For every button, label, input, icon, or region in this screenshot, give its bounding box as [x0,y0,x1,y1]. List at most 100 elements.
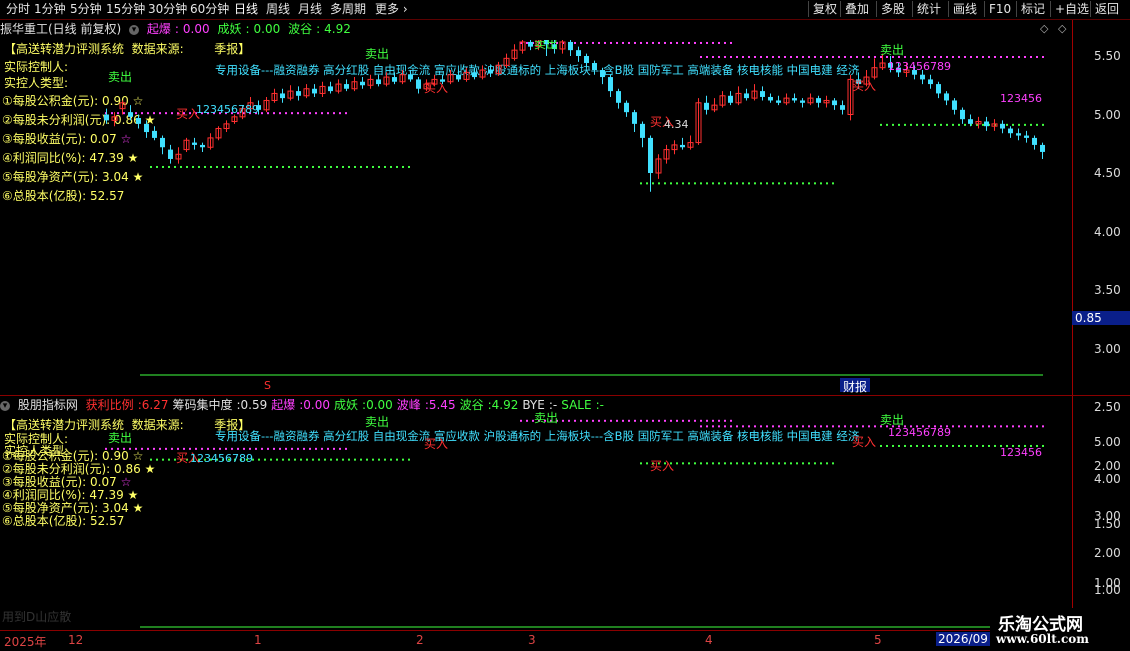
dot [306,458,308,461]
candle-body [608,77,613,92]
dot [646,419,648,422]
period-tab-weekly[interactable]: 周线 [266,2,290,17]
stats-button[interactable]: 统计 [912,1,945,17]
period-tab-more[interactable]: 更多 › [375,2,408,17]
candle [351,77,358,92]
resistance-dotted-line [700,425,1044,428]
buy-signal-label: 买入 [852,435,876,449]
dot [135,447,137,450]
dot [240,165,242,168]
period-tab-30min[interactable]: 30分钟 [148,2,187,17]
dot [928,56,930,58]
support-dotted-line [880,123,1044,126]
dot [754,56,756,58]
dot [330,165,332,168]
dot [874,425,876,428]
dot [856,425,858,428]
chevron-down-icon[interactable]: ▾ [129,24,140,35]
period-tab-monthly[interactable]: 月线 [298,2,322,17]
period-tab-5min[interactable]: 5分钟 [70,2,102,17]
dot [159,447,161,450]
dot [147,447,149,450]
candle [192,137,197,150]
dot [664,41,666,44]
candle-body [704,102,709,110]
dot [640,41,642,44]
period-tab-60min[interactable]: 60分钟 [190,2,229,17]
multi-stock-button[interactable]: 多股 [876,1,909,17]
dot [153,112,155,115]
period-tab-multi[interactable]: 多周期 [330,2,366,17]
sell-signal-label: 卖出 [365,415,389,429]
mark-button[interactable]: 标记 [1016,1,1049,17]
dot [706,462,708,465]
draw-line-button[interactable]: 画线 [948,1,981,17]
dot [952,425,954,428]
fuquan-button[interactable]: 复权 [808,1,841,17]
dot [333,112,335,115]
dot [682,182,684,185]
dot [724,425,726,428]
y-tick-label: 4.00 [1094,472,1121,486]
date-label: 3 [528,633,536,647]
dot [754,182,756,185]
back-button[interactable]: 返回 [1090,1,1123,17]
dot [760,182,762,185]
dot [652,182,654,185]
period-tab-1min[interactable]: 1分钟 [34,2,66,17]
dot [1042,123,1044,126]
dot [1006,123,1008,126]
dot [243,447,245,450]
dot [844,56,846,58]
candle-body [928,79,933,85]
event-s-marker: S [264,379,271,392]
dot [820,462,822,465]
diamond-icon[interactable]: ◇ [1040,22,1048,35]
dot [730,425,732,428]
dot [141,447,143,450]
dot [237,447,239,450]
dot [964,444,966,447]
dot [634,419,636,422]
dot [700,56,702,58]
dot [646,182,648,185]
candle-body [760,91,765,97]
dot [724,56,726,58]
dot [111,112,113,115]
dot [940,123,942,126]
candle [744,88,749,101]
add-watchlist-button[interactable]: +自选 [1050,1,1093,17]
period-tab-daily[interactable]: 日线 [234,2,258,17]
candle-body [624,102,629,113]
candle [1008,126,1013,138]
dot [282,165,284,168]
candle-body [680,144,685,148]
period-tab-15min[interactable]: 15分钟 [106,2,145,17]
dot [784,182,786,185]
dot [808,56,810,58]
dot [526,41,528,44]
dot [216,165,218,168]
sell-signal-label: 卖出 [108,431,132,445]
candle [975,116,982,129]
candle-body [136,118,141,124]
dot [784,56,786,58]
dot [970,56,972,58]
dot [396,165,398,168]
diamond-icon[interactable]: ◇ [1058,22,1066,35]
dot [712,425,714,428]
dot [336,165,338,168]
dot [210,165,212,168]
overlay-button[interactable]: 叠加 [840,1,873,17]
period-tab-fenshi[interactable]: 分时 [6,2,30,17]
dot [730,41,732,44]
dot [952,444,954,447]
f10-button[interactable]: F10 [984,1,1015,17]
dot [730,56,732,58]
support-dotted-line [150,165,410,168]
dot [324,458,326,461]
dot [694,419,696,422]
dot [1024,123,1026,126]
chevron-down-icon[interactable]: ▾ [0,400,10,411]
dot [1018,425,1020,428]
